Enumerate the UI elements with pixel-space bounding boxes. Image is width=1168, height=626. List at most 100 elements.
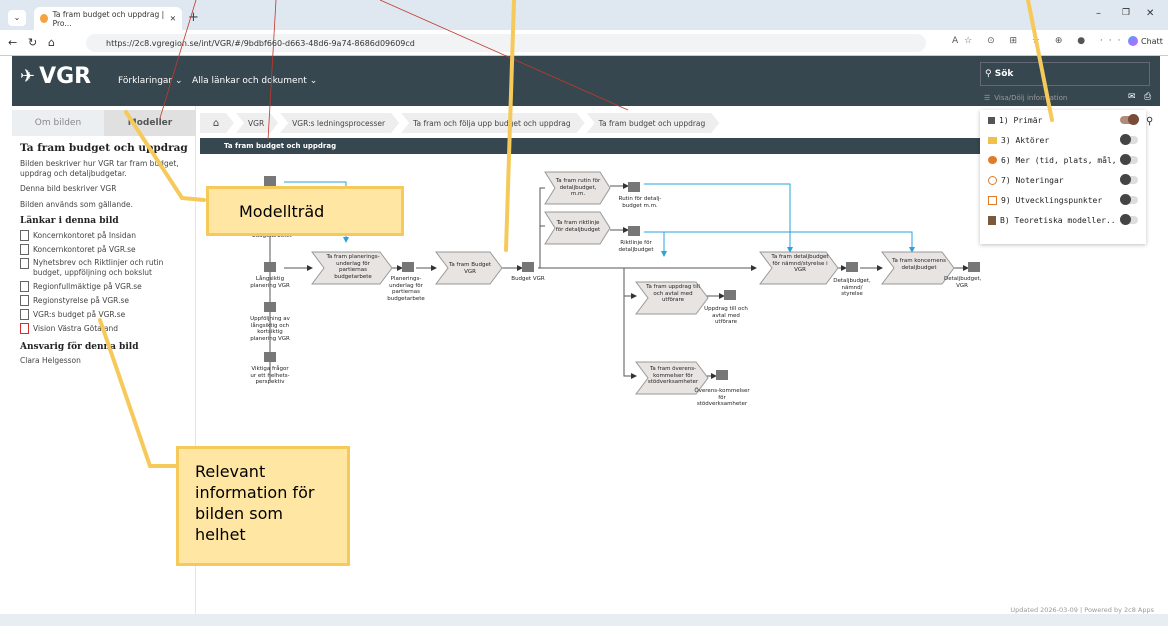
home-icon: ⌂ [212,117,220,129]
document-icon [20,230,29,241]
window-minimize-icon[interactable]: – [1096,8,1101,19]
layer-row-utveckling[interactable]: 9) Utvecklingspunkter [980,190,1146,210]
diagram-title: Ta fram budget och uppdrag [224,142,337,150]
layers-icon: ☰ [984,94,991,102]
breadcrumb-item[interactable]: Ta fram och följa upp budget och uppdrag [401,113,585,133]
diagram-label: Rutin för detalj-budget m.m. [618,196,662,209]
process-step[interactable]: Ta fram uppdrag till och avtal med utför… [646,284,700,304]
layer-toggle[interactable] [1120,154,1138,165]
print-icon[interactable]: ⎙ [1144,92,1151,102]
layer-toggle[interactable] [1120,194,1138,205]
diagram-label: Viktiga frågor ur ett helhets-perspektiv [250,366,290,385]
breadcrumb-item[interactable]: VGR [236,113,278,133]
mail-icon[interactable]: ✉ [1128,92,1136,102]
describes-text: Denna bild beskriver VGR [20,184,117,193]
diagram-label: Budget VGR [511,276,545,282]
callout-modelltrad: Modellträd [206,186,404,236]
diagram-label: Uppföljning av långsiktig och kortsiktig… [250,316,290,342]
new-tab-button[interactable]: + [188,10,199,25]
stack-icon [988,156,997,164]
close-tab-icon[interactable]: ✕ [170,14,176,23]
nav-alla-lankar[interactable]: Alla länkar och dokument ⌄ [192,76,317,86]
info-icon [988,175,997,185]
chevron-down-icon: ⌄ [309,76,318,86]
breadcrumb-item[interactable]: VGR:s ledningsprocesser [280,113,399,133]
link-item[interactable]: Regionstyrelse på VGR.se [20,295,192,306]
link-item[interactable]: Koncernkontoret på Insidan [20,230,192,241]
layer-row-mer[interactable]: 6) Mer (tid, plats, mål,... [980,150,1146,170]
links-heading: Länkar i denna bild [20,216,119,226]
used-text: Bilden används som gällande. [20,200,133,209]
copilot-button[interactable]: Chatt [1128,36,1163,46]
process-step[interactable]: Ta fram överens-kommelser för stödverksa… [646,366,700,386]
reload-icon[interactable]: ↻ [28,36,37,49]
diagram-label: Långsiktig planering VGR [250,276,290,289]
square-icon [988,116,995,124]
left-panel-tabs: Om bilden Modeller [12,110,196,136]
process-step[interactable]: Ta fram planerings-underlag för partiern… [324,254,382,280]
diagram-label: Detaljbudget, VGR [944,276,982,289]
diagram-label: Riktlinje för detaljbudget [618,240,654,253]
process-step[interactable]: Ta fram detaljbudget för nämnd/styrelse … [770,254,830,274]
layer-toggle[interactable] [1120,114,1139,125]
process-step[interactable]: Ta fram rutin för detaljbudget, m.m. [552,178,604,198]
url-field[interactable]: https://2c8.vgregion.se/int/VGR/#/9bdbf6… [86,34,926,52]
model-title: Ta fram budget och uppdrag [20,142,188,154]
layer-row-teoretiska[interactable]: B) Teoretiska modeller... [980,210,1146,230]
document-icon [20,281,29,292]
browser-toolbar-icons[interactable]: A☆ ⊙ ⊞ ☆ ⊕ ● ··· [952,36,1127,46]
zoom-icon[interactable]: ⚲ [1146,116,1153,127]
folder-icon [988,136,997,144]
model-description: Bilden beskriver hur VGR tar fram budget… [20,159,179,178]
tab-title: Ta fram budget och uppdrag | Pro... [52,9,165,28]
link-item[interactable]: Koncernkontoret på VGR.se [20,244,192,255]
breadcrumb-home[interactable]: ⌂ [200,113,234,133]
layer-row-aktorer[interactable]: 3) Aktörer [980,130,1146,150]
back-icon[interactable]: ← [8,36,17,49]
document-icon [20,244,29,255]
chevron-down-icon: ⌄ [175,76,183,86]
layer-row-primar[interactable]: 1) Primär [980,110,1146,130]
diagram-label: Detaljbudget, nämnd/ styrelse [833,278,871,297]
vgr-logo[interactable]: ✈ VGR [20,64,91,89]
nav-forklaringar[interactable]: Förklaringar ⌄ [118,76,183,86]
process-step[interactable]: Ta fram koncernens detaljbudget [892,258,946,271]
pdf-icon [20,323,29,334]
responsible-name: Clara Helgesson [20,356,81,365]
window-close-icon[interactable]: ✕ [1146,8,1154,19]
tab-om-bilden[interactable]: Om bilden [12,110,104,136]
layer-toggle[interactable] [1120,174,1138,185]
link-item[interactable]: Nyhetsbrev och Riktlinjer och rutin budg… [20,258,192,278]
document-icon [20,295,29,306]
vgr-logo-icon: ✈ [20,66,36,87]
tab-modeller[interactable]: Modeller [104,110,196,136]
favicon-icon [40,14,48,23]
callout-relevant: Relevant information för bilden som helh… [176,446,350,566]
diagram-label: Överens-kommelser för stödverksamheter [694,388,750,407]
breadcrumb-item[interactable]: Ta fram budget och uppdrag [587,113,720,133]
visa-dolj-button[interactable]: ☰ Visa/Dölj information [984,94,1067,102]
process-step[interactable]: Ta fram Budget VGR [446,262,494,275]
link-item[interactable]: Regionfullmäktige på VGR.se [20,281,192,292]
document-icon [20,258,29,269]
layer-toggle[interactable] [1120,134,1138,145]
search-box[interactable]: ⚲ Sök [980,62,1150,86]
diagram-label: Planerings-underlag för partiernas budge… [387,276,425,302]
search-icon: ⚲ [985,69,992,79]
edit-icon [988,195,997,205]
window-restore-icon[interactable]: ❐ [1122,8,1130,18]
link-item[interactable]: VGR:s budget på VGR.se [20,309,192,320]
layer-toggle[interactable] [1120,214,1138,225]
browser-tab[interactable]: Ta fram budget och uppdrag | Pro... ✕ [34,7,182,30]
layers-dropdown: 1) Primär 3) Aktörer 6) Mer (tid, plats,… [980,110,1146,244]
breadcrumb: ⌂ VGR VGR:s ledningsprocesser Ta fram oc… [200,113,980,133]
home-icon[interactable]: ⌂ [48,36,55,49]
diagram-label: Uppdrag till och avtal med utförare [704,306,748,325]
left-panel-content: Ta fram budget och uppdrag Bilden beskri… [20,142,192,366]
responsible-heading: Ansvarig för denna bild [20,342,139,352]
copilot-icon [1128,36,1138,46]
process-step[interactable]: Ta fram riktlinje för detaljbudget [552,220,604,233]
tab-list-button[interactable]: ⌄ [8,10,26,26]
layer-row-noteringar[interactable]: 7) Noteringar [980,170,1146,190]
link-item[interactable]: Vision Västra Götaland [20,323,192,334]
